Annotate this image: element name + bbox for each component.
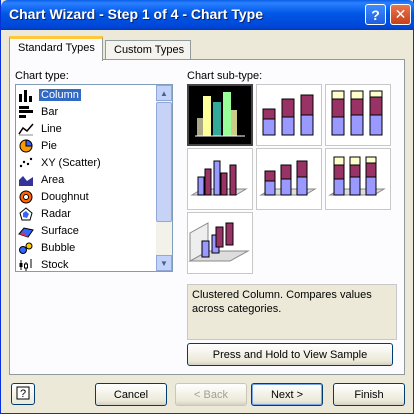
chart-type-xy-scatter[interactable]: XY (Scatter)	[18, 154, 156, 171]
scroll-down-button[interactable]: ▼	[156, 255, 172, 271]
subtype-clustered-column[interactable]	[187, 84, 253, 146]
chart-subtype-label: Chart sub-type:	[187, 70, 263, 82]
chart-wizard-dialog: Chart Wizard - Step 1 of 4 - Chart Type …	[0, 0, 414, 414]
next-button[interactable]: Next >	[251, 383, 323, 406]
help-icon: ?	[371, 6, 380, 23]
chart-type-label: Bar	[41, 105, 59, 118]
subtype-3d-stacked-column[interactable]	[256, 148, 322, 210]
back-button[interactable]: < Back	[175, 383, 247, 406]
chart-type-label: Line	[41, 122, 62, 135]
stock-chart-icon	[18, 258, 34, 272]
chart-type-label: Chart type:	[15, 70, 69, 82]
scroll-thumb[interactable]	[156, 102, 172, 222]
radar-chart-icon	[18, 206, 34, 221]
bar-chart-icon	[18, 105, 34, 119]
help-icon: ?	[16, 386, 30, 400]
chart-type-label: Bubble	[41, 241, 76, 254]
svg-text:?: ?	[20, 388, 26, 400]
office-assistant-button[interactable]: ?	[11, 383, 35, 405]
help-title-button[interactable]: ?	[365, 4, 386, 25]
list-scrollbar[interactable]: ▲ ▼	[156, 85, 172, 271]
chart-type-label: Radar	[41, 207, 71, 220]
subtype-3d-clustered-column[interactable]	[187, 148, 253, 210]
chart-type-pie[interactable]: Pie	[18, 137, 156, 154]
chart-type-label: Surface	[41, 224, 79, 237]
close-icon: ✕	[394, 6, 407, 22]
tab-standard-types[interactable]: Standard Types	[9, 36, 103, 61]
close-button[interactable]: ✕	[390, 4, 411, 25]
tab-custom-types[interactable]: Custom Types	[105, 40, 191, 60]
subtype-stacked-column[interactable]	[256, 84, 322, 146]
chart-type-label: XY (Scatter)	[41, 156, 101, 169]
chart-type-surface[interactable]: Surface	[18, 222, 156, 239]
chart-type-label: Stock	[41, 258, 69, 271]
chart-type-label: Column	[38, 87, 82, 102]
title-bar[interactable]: Chart Wizard - Step 1 of 4 - Chart Type …	[1, 0, 414, 30]
subtype-3d-100-stacked-column[interactable]	[325, 148, 391, 210]
area-chart-icon	[18, 173, 34, 187]
chart-type-bubble[interactable]: Bubble	[18, 239, 156, 256]
pie-chart-icon	[18, 138, 34, 153]
column-chart-icon	[18, 88, 34, 102]
bubble-chart-icon	[18, 241, 34, 255]
chart-type-doughnut[interactable]: Doughnut	[18, 188, 156, 205]
chart-type-label: Doughnut	[41, 190, 89, 203]
chart-type-bar[interactable]: Bar	[18, 103, 156, 120]
cancel-button[interactable]: Cancel	[95, 383, 167, 406]
chart-type-radar[interactable]: Radar	[18, 205, 156, 222]
scroll-up-button[interactable]: ▲	[156, 85, 172, 101]
chart-type-line[interactable]: Line	[18, 120, 156, 137]
subtype-100-stacked-column[interactable]	[325, 84, 391, 146]
chart-type-list[interactable]: ▲ ▼ Column Bar Line Pie XY (Scatter) Area Doug…	[15, 84, 173, 272]
chart-type-label: Area	[41, 173, 65, 186]
view-sample-button[interactable]: Press and Hold to View Sample	[187, 343, 393, 366]
chart-type-label: Pie	[41, 139, 57, 152]
chart-type-stock[interactable]: Stock	[18, 256, 156, 272]
scatter-chart-icon	[18, 156, 34, 170]
doughnut-chart-icon	[18, 190, 34, 204]
window-title: Chart Wizard - Step 1 of 4 - Chart Type	[9, 6, 263, 22]
subtype-description: Clustered Column. Compares values across…	[187, 284, 397, 340]
line-chart-icon	[18, 122, 34, 136]
chart-type-area[interactable]: Area	[18, 171, 156, 188]
finish-button[interactable]: Finish	[333, 383, 405, 406]
chart-type-column[interactable]: Column	[18, 86, 156, 103]
subtype-3d-column[interactable]	[187, 212, 253, 274]
surface-chart-icon	[18, 224, 34, 238]
